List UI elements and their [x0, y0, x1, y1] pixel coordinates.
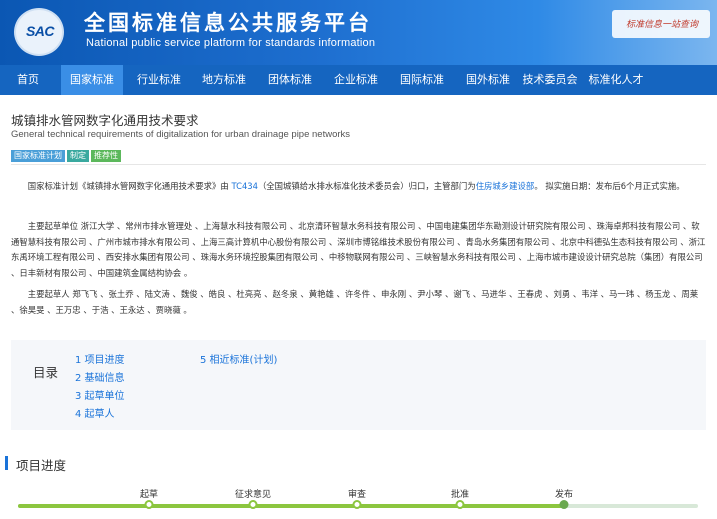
- nav-item-technical-committees[interactable]: 技术委员会: [518, 65, 582, 95]
- site-title: 全国标准信息公共服务平台: [84, 11, 372, 35]
- toc-item-drafting-units[interactable]: 3 起草单位: [75, 387, 125, 402]
- step-label-consultation: 征求意见: [234, 490, 272, 500]
- badge-national-plan: 国家标准计划: [11, 150, 65, 162]
- badge-group: 国家标准计划 制定 推荐性: [11, 143, 123, 162]
- step-dot-release: [559, 500, 569, 509]
- step-label-approval: 批准: [450, 490, 470, 500]
- step-label-draft: 起草: [139, 490, 159, 500]
- step-dot-review: [352, 500, 362, 509]
- tc434-link[interactable]: TC434: [231, 181, 257, 191]
- nav-item-home[interactable]: 首页: [0, 65, 56, 95]
- toc-item-progress[interactable]: 1 项目进度: [75, 351, 125, 366]
- step-dot-draft: [144, 500, 154, 509]
- site-header: SAC 全国标准信息公共服务平台 National public service…: [0, 0, 717, 65]
- overview-text-1: 国家标准计划《城镇排水管网数字化通用技术要求》由: [27, 181, 232, 191]
- overview-text-2: （全国城镇给水排水标准化技术委员会）归口，主管部门为: [257, 181, 476, 191]
- ministry-link[interactable]: 住房城乡建设部: [476, 181, 535, 191]
- slogan-text: 标准信息一站查询: [625, 20, 698, 30]
- nav-item-foreign-standards[interactable]: 国外标准: [457, 65, 519, 95]
- toc-item-basic-info[interactable]: 2 基础信息: [75, 369, 125, 384]
- nav-item-national-standards[interactable]: 国家标准: [61, 65, 123, 95]
- drafting-units-paragraph: 主要起草单位 浙江大学 、常州市排水管理处 、上海慧水科技有限公司 、北京清环智…: [11, 221, 706, 278]
- section-marker: [5, 456, 8, 470]
- drafters-paragraph: 主要起草人 郑飞飞 、张土乔 、陆文涛 、魏俊 、皓良 、杜亮亮 、赵冬泉 、黄…: [11, 289, 699, 315]
- progress-fill: [18, 504, 564, 508]
- badge-recommended: 推荐性: [91, 150, 121, 162]
- nav-item-group-standards[interactable]: 团体标准: [259, 65, 321, 95]
- step-label-review: 审查: [347, 490, 367, 500]
- toc-item-drafters[interactable]: 4 起草人: [75, 405, 115, 420]
- nav-item-industry-standards[interactable]: 行业标准: [128, 65, 190, 95]
- step-label-release: 发布: [554, 490, 574, 500]
- main-nav: 首页 国家标准 行业标准 地方标准 团体标准 企业标准 国际标准 国外标准 技术…: [0, 65, 717, 95]
- step-dot-consultation: [248, 500, 258, 509]
- badge-formulate: 制定: [67, 150, 89, 162]
- nav-item-enterprise-standards[interactable]: 企业标准: [325, 65, 387, 95]
- section-title-progress: 项目进度: [16, 458, 67, 473]
- sac-logo[interactable]: SAC: [14, 8, 64, 56]
- page-title: 城镇排水管网数字化通用技术要求: [11, 113, 199, 128]
- divider: [11, 164, 706, 165]
- nav-item-international-standards[interactable]: 国际标准: [391, 65, 453, 95]
- toc-item-similar-standards[interactable]: 5 相近标准(计划): [200, 351, 277, 366]
- slogan-banner: 标准信息一站查询: [612, 10, 710, 38]
- overview-paragraph: 国家标准计划《城镇排水管网数字化通用技术要求》由 TC434（全国城镇给水排水标…: [11, 179, 706, 195]
- nav-item-local-standards[interactable]: 地方标准: [193, 65, 255, 95]
- page-subtitle-en: General technical requirements of digita…: [11, 129, 351, 140]
- overview-text-3: 。 拟实施日期：发布后6个月正式实施。: [534, 181, 685, 191]
- step-dot-approval: [455, 500, 465, 509]
- toc-label: 目录: [33, 365, 59, 380]
- logo-text: SAC: [25, 23, 55, 39]
- nav-item-standardization-talent[interactable]: 标准化人才: [584, 65, 648, 95]
- site-subtitle: National public service platform for sta…: [86, 37, 376, 49]
- table-of-contents: 目录 1 项目进度 2 基础信息 3 起草单位 4 起草人 5 相近标准(计划): [11, 340, 706, 430]
